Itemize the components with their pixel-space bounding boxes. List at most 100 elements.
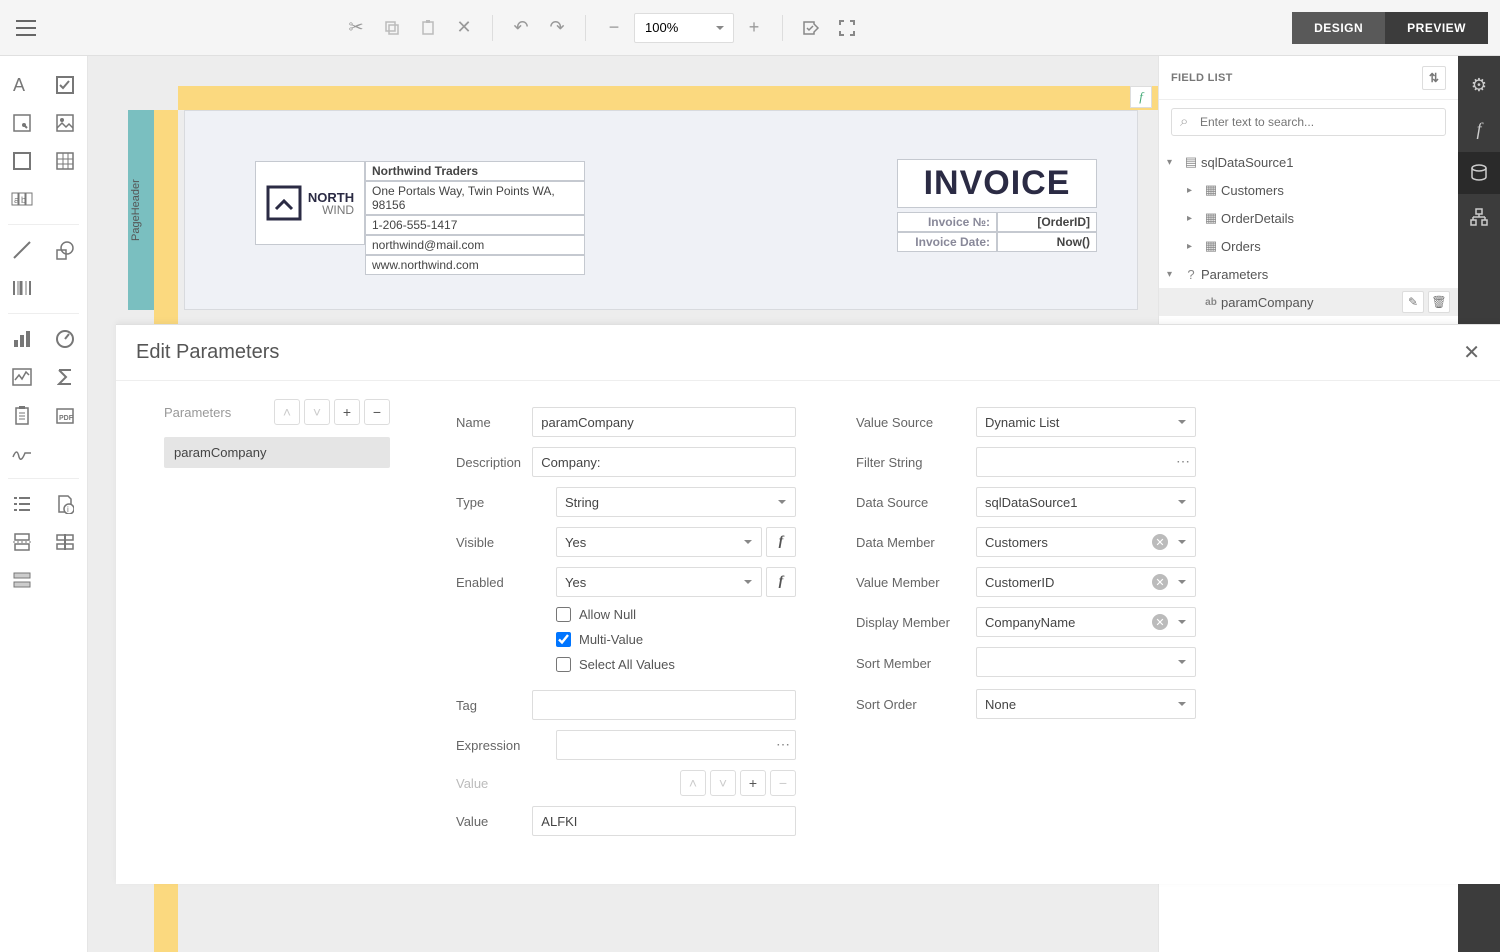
chart-tool[interactable]: [0, 320, 44, 358]
tag-input[interactable]: [532, 690, 796, 720]
table-icon: ▦: [1201, 182, 1221, 198]
expression-input[interactable]: [556, 730, 796, 760]
sparkline-tool[interactable]: [0, 358, 44, 396]
design-tab[interactable]: DESIGN: [1292, 12, 1385, 44]
datamember-clear[interactable]: ✕: [1152, 534, 1168, 550]
tree-node-customers[interactable]: ▸▦Customers: [1159, 176, 1458, 204]
search-input[interactable]: [1171, 108, 1446, 136]
properties-rail-button[interactable]: ⚙: [1458, 64, 1500, 106]
database-icon: ▤: [1181, 154, 1201, 170]
type-select[interactable]: String: [556, 487, 796, 517]
close-button[interactable]: ✕: [1463, 340, 1480, 365]
explorer-rail-button[interactable]: [1458, 196, 1500, 238]
company-name[interactable]: Northwind Traders: [365, 161, 585, 181]
menu-button[interactable]: [12, 14, 40, 42]
edit-parameters-dialog: Edit Parameters✕ Parameters ˄ ˅ + − para…: [116, 324, 1500, 884]
delete-button[interactable]: ✕: [448, 12, 480, 44]
pagebreak-tool[interactable]: [0, 523, 44, 561]
remove-param-button[interactable]: −: [364, 399, 390, 425]
topbar: ✂ ✕ ↶ ↷ − + DESIGN PREVIEW: [0, 0, 1500, 56]
picture-tool[interactable]: [44, 104, 88, 142]
copy-button[interactable]: [376, 12, 408, 44]
value-up-button[interactable]: ˄: [680, 770, 706, 796]
visible-fx-button[interactable]: f: [766, 527, 796, 557]
validate-button[interactable]: [795, 12, 827, 44]
sortorder-select[interactable]: None: [976, 689, 1196, 719]
report-page[interactable]: NORTHWIND Northwind Traders One Portals …: [184, 110, 1138, 310]
fieldlist-rail-button[interactable]: [1458, 152, 1500, 194]
paste-button[interactable]: [412, 12, 444, 44]
enabled-fx-button[interactable]: f: [766, 567, 796, 597]
table-icon: ▦: [1201, 210, 1221, 226]
cut-button[interactable]: ✂: [340, 12, 372, 44]
preview-tab[interactable]: PREVIEW: [1385, 12, 1488, 44]
move-down-button[interactable]: ˅: [304, 399, 330, 425]
value-input[interactable]: [532, 806, 796, 836]
pageinfo-tool[interactable]: i: [44, 485, 88, 523]
tree-node-param[interactable]: abparamCompany ✎ 🗑: [1159, 288, 1458, 316]
param-list-item[interactable]: paramCompany: [164, 437, 390, 468]
tree-node-datasource[interactable]: ▾▤sqlDataSource1: [1159, 148, 1458, 176]
character-comb-tool[interactable]: ab: [0, 180, 44, 218]
sum-tool[interactable]: [44, 358, 88, 396]
svg-text:i: i: [67, 505, 69, 514]
company-website[interactable]: www.northwind.com: [365, 255, 585, 275]
crossband-tool[interactable]: [44, 523, 88, 561]
shape-tool[interactable]: [44, 231, 88, 269]
crossband-box-tool[interactable]: [0, 561, 44, 599]
zoom-in-button[interactable]: +: [738, 12, 770, 44]
barcode-tool[interactable]: [0, 269, 44, 307]
edit-param-button[interactable]: ✎: [1402, 291, 1424, 313]
tree-node-orders[interactable]: ▸▦Orders: [1159, 232, 1458, 260]
enabled-select[interactable]: Yes: [556, 567, 762, 597]
name-input[interactable]: [532, 407, 796, 437]
valuesource-select[interactable]: Dynamic List: [976, 407, 1196, 437]
value-remove-button[interactable]: −: [770, 770, 796, 796]
description-input[interactable]: [532, 447, 796, 477]
panel-tool[interactable]: [0, 142, 44, 180]
company-phone[interactable]: 1-206-555-1417: [365, 215, 585, 235]
fullscreen-button[interactable]: [831, 12, 863, 44]
expressions-rail-button[interactable]: f: [1458, 108, 1500, 150]
pdf-tool[interactable]: PDF: [44, 396, 88, 434]
zoom-out-button[interactable]: −: [598, 12, 630, 44]
datasource-select[interactable]: sqlDataSource1: [976, 487, 1196, 517]
line-tool[interactable]: [0, 231, 44, 269]
allownull-checkbox[interactable]: [556, 607, 571, 622]
sortmember-select[interactable]: [976, 647, 1196, 677]
add-param-button[interactable]: +: [334, 399, 360, 425]
expression-ellipsis[interactable]: ⋯: [776, 736, 790, 753]
label-tool[interactable]: A: [0, 66, 44, 104]
svg-text:a: a: [14, 195, 19, 205]
move-up-button[interactable]: ˄: [274, 399, 300, 425]
panel-title: FIELD LIST: [1171, 72, 1233, 84]
value-add-button[interactable]: +: [740, 770, 766, 796]
gauge-tool[interactable]: [44, 320, 88, 358]
checkbox-tool[interactable]: [44, 66, 88, 104]
smart-tag[interactable]: f: [1130, 86, 1152, 108]
sort-button[interactable]: ⇅: [1422, 66, 1446, 90]
undo-button[interactable]: ↶: [505, 12, 537, 44]
signature-tool[interactable]: [0, 434, 44, 472]
toc-tool[interactable]: [0, 485, 44, 523]
company-address[interactable]: One Portals Way, Twin Points WA, 98156: [365, 181, 585, 215]
filterstring-input[interactable]: [976, 447, 1196, 477]
tree-node-parameters[interactable]: ▾?Parameters: [1159, 260, 1458, 288]
zoom-input[interactable]: [634, 13, 734, 43]
delete-param-button[interactable]: 🗑: [1428, 291, 1450, 313]
value-down-button[interactable]: ˅: [710, 770, 736, 796]
filterstring-ellipsis[interactable]: ⋯: [1176, 453, 1190, 470]
invoice-title[interactable]: INVOICE: [897, 159, 1097, 208]
richtext-tool[interactable]: [0, 104, 44, 142]
valuemember-clear[interactable]: ✕: [1152, 574, 1168, 590]
company-email[interactable]: northwind@mail.com: [365, 235, 585, 255]
svg-text:b: b: [21, 195, 26, 205]
selectall-checkbox[interactable]: [556, 657, 571, 672]
table-tool[interactable]: [44, 142, 88, 180]
tree-node-orderdetails[interactable]: ▸▦OrderDetails: [1159, 204, 1458, 232]
redo-button[interactable]: ↷: [541, 12, 573, 44]
visible-select[interactable]: Yes: [556, 527, 762, 557]
clipboard-tool[interactable]: [0, 396, 44, 434]
multivalue-checkbox[interactable]: [556, 632, 571, 647]
displaymember-clear[interactable]: ✕: [1152, 614, 1168, 630]
